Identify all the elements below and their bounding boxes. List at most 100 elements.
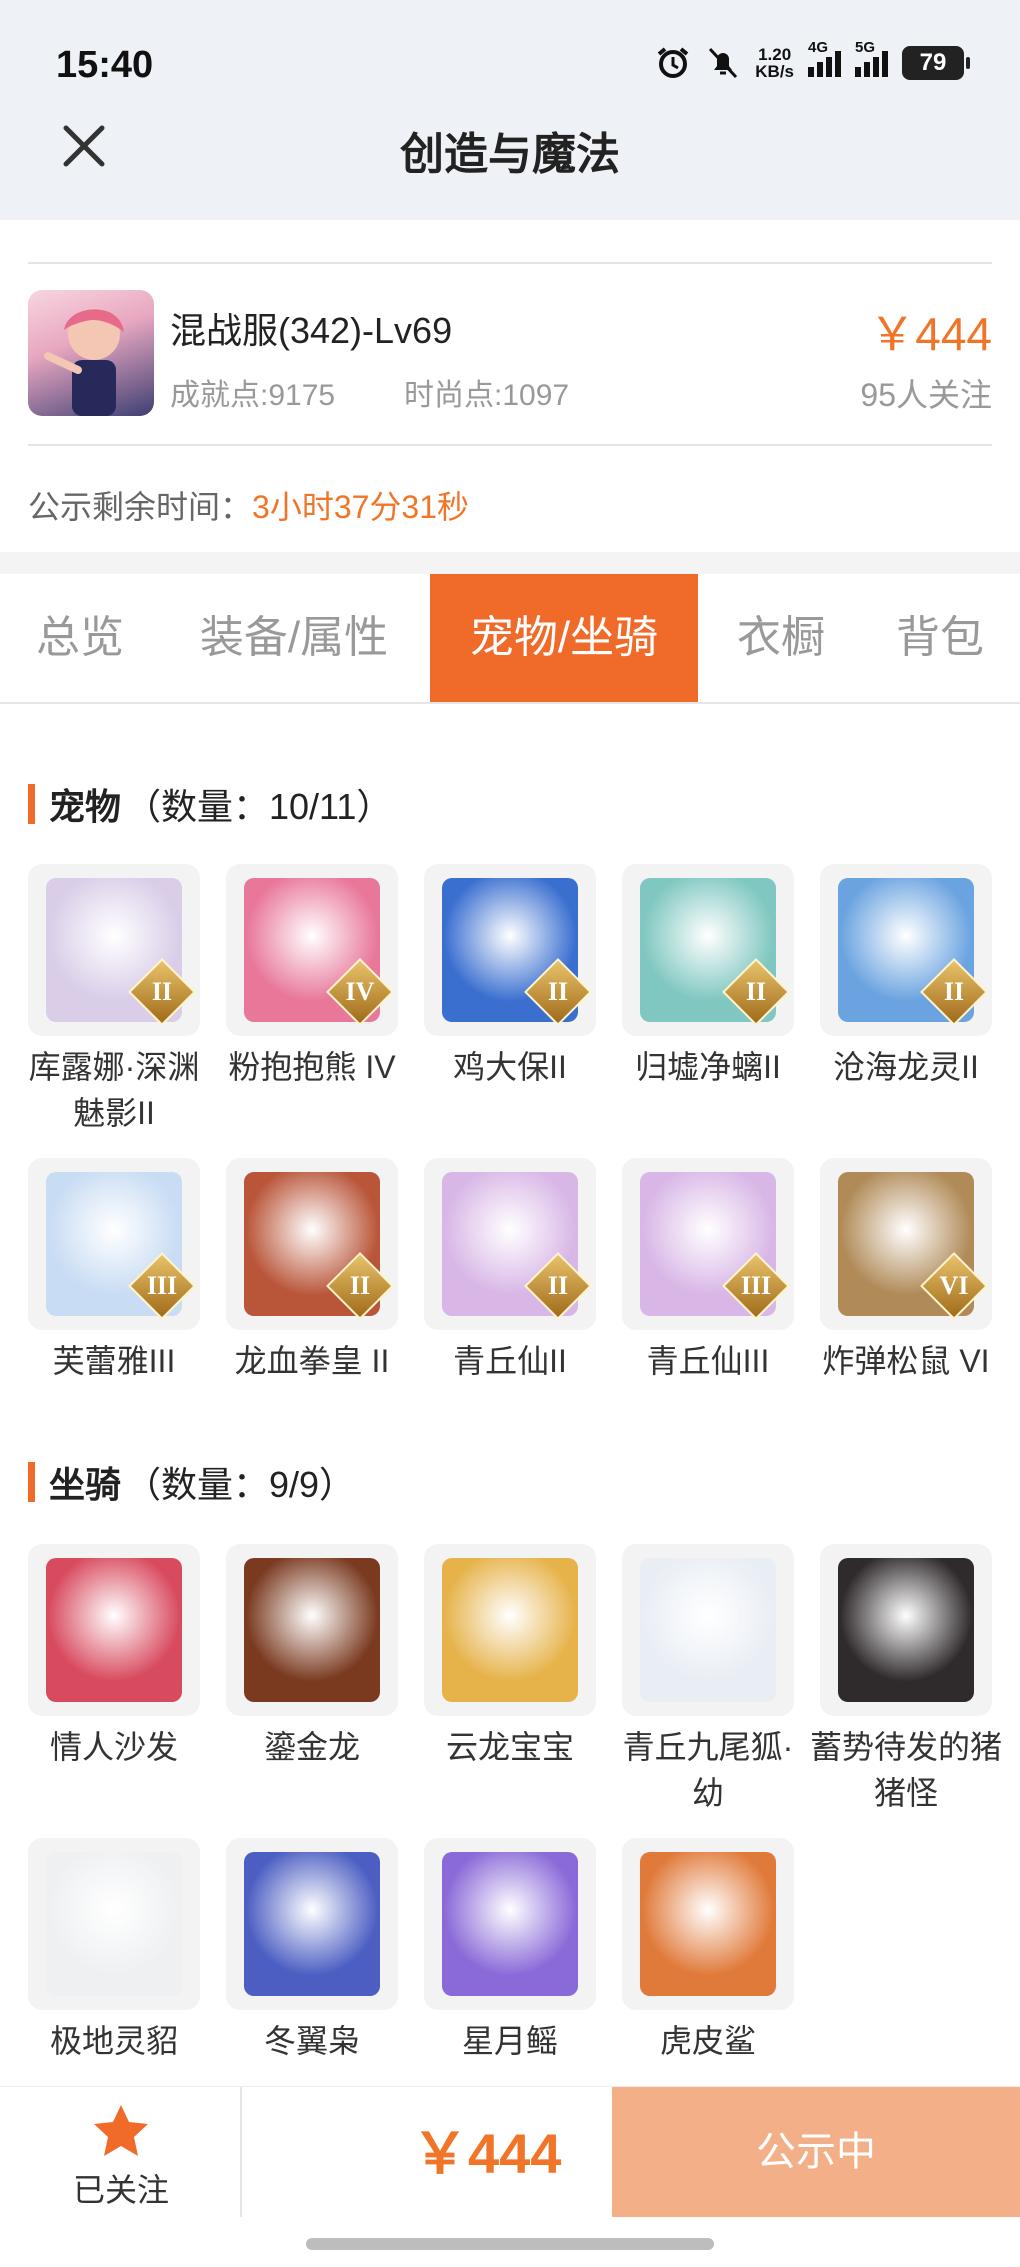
pet-item[interactable]: III 芙蕾雅III bbox=[28, 1158, 200, 1384]
pet-item[interactable]: III 青丘仙III bbox=[622, 1158, 794, 1384]
mount-image bbox=[640, 1852, 776, 1996]
pet-name: 沧海龙灵II bbox=[833, 1049, 979, 1085]
follow-button[interactable]: 已关注 bbox=[0, 2087, 242, 2217]
price-label: ￥444 bbox=[869, 308, 992, 360]
mounts-section-title: 坐骑 （数量：9/9） bbox=[28, 1456, 355, 1508]
signal-4g-icon: 4G bbox=[808, 39, 841, 77]
mount-item[interactable]: 青丘九尾狐·幼 bbox=[622, 1544, 794, 1816]
server-name: 混战服(342)-Lv69 bbox=[170, 310, 453, 351]
pet-thumbnail: VI bbox=[820, 1158, 992, 1330]
battery-icon: 79 bbox=[902, 46, 970, 80]
mount-name: 鎏金龙 bbox=[263, 1729, 360, 1765]
pet-thumbnail: II bbox=[28, 864, 200, 1036]
mount-item[interactable]: 情人沙发 bbox=[28, 1544, 200, 1770]
signal-5g-icon: 5G bbox=[855, 39, 888, 77]
mount-name: 虎皮鲨 bbox=[659, 2023, 756, 2059]
remaining-time: 公示剩余时间：3小时37分31秒 bbox=[28, 489, 470, 525]
mount-name: 冬翼枭 bbox=[263, 2023, 360, 2059]
mount-name: 极地灵貂 bbox=[49, 2023, 178, 2059]
pet-thumbnail: III bbox=[622, 1158, 794, 1330]
mount-thumbnail bbox=[226, 1838, 398, 2010]
pet-item[interactable]: II 鸡大保II bbox=[424, 864, 596, 1090]
star-icon bbox=[94, 2105, 148, 2156]
top-bar: 15:40 1.20 KB/s 4G 5G 79 创造与魔法 bbox=[0, 0, 1020, 220]
mount-image bbox=[46, 1852, 182, 1996]
mount-thumbnail bbox=[28, 1544, 200, 1716]
mount-thumbnail bbox=[424, 1838, 596, 2010]
pet-thumbnail: II bbox=[424, 864, 596, 1036]
avatar bbox=[28, 290, 154, 416]
alarm-icon bbox=[657, 47, 689, 78]
mount-thumbnail bbox=[622, 1544, 794, 1716]
section-gap bbox=[0, 552, 1020, 574]
mount-item[interactable]: 星月鳐 bbox=[424, 1838, 596, 2064]
mount-name: 云龙宝宝 bbox=[445, 1729, 574, 1765]
mount-item[interactable]: 云龙宝宝 bbox=[424, 1544, 596, 1770]
mount-name: 蓄势待发的猪猪怪 bbox=[809, 1729, 1002, 1811]
pet-name: 库露娜·深渊魅影II bbox=[28, 1049, 200, 1131]
pet-thumbnail: II bbox=[424, 1158, 596, 1330]
fashion-points: 时尚点:1097 bbox=[404, 379, 570, 412]
status-button[interactable]: 公示中 bbox=[612, 2087, 1020, 2217]
mount-image bbox=[442, 1852, 578, 1996]
remaining-time-value: 3小时37分31秒 bbox=[252, 489, 470, 525]
pet-item[interactable]: IV 粉抱抱熊 IV bbox=[226, 864, 398, 1090]
price-total: ￥444 bbox=[412, 2122, 562, 2185]
home-indicator bbox=[306, 2238, 714, 2250]
pet-item[interactable]: II 沧海龙灵II bbox=[820, 864, 992, 1090]
pet-name: 炸弹松鼠 VI bbox=[822, 1343, 990, 1379]
pet-item[interactable]: II 库露娜·深渊魅影II bbox=[28, 864, 200, 1136]
pet-item[interactable]: II 归墟净螭II bbox=[622, 864, 794, 1090]
tab-overview[interactable]: 总览 bbox=[0, 574, 160, 702]
mount-item[interactable]: 蓄势待发的猪猪怪 bbox=[810, 1544, 1002, 1816]
pet-name: 鸡大保II bbox=[453, 1049, 567, 1085]
pet-thumbnail: II bbox=[622, 864, 794, 1036]
mount-image bbox=[244, 1558, 380, 1702]
pet-name: 粉抱抱熊 IV bbox=[228, 1049, 396, 1085]
tab-bag[interactable]: 背包 bbox=[870, 574, 1010, 702]
mount-item[interactable]: 虎皮鲨 bbox=[622, 1838, 794, 2064]
divider bbox=[28, 444, 992, 446]
mount-name: 情人沙发 bbox=[49, 1729, 178, 1765]
mount-image bbox=[640, 1558, 776, 1702]
tab-wardrobe[interactable]: 衣橱 bbox=[706, 574, 856, 702]
pet-item[interactable]: VI 炸弹松鼠 VI bbox=[820, 1158, 992, 1384]
pet-item[interactable]: II 龙血拳皇 II bbox=[226, 1158, 398, 1384]
pet-item[interactable]: II 青丘仙II bbox=[424, 1158, 596, 1384]
section-accent-bar bbox=[28, 1462, 35, 1502]
followers-count: 95人关注 bbox=[860, 377, 992, 413]
status-time: 15:40 bbox=[56, 44, 154, 86]
bottom-action-bar: 已关注 ￥444 公示中 bbox=[0, 2086, 1020, 2217]
follow-label: 已关注 bbox=[72, 2172, 169, 2208]
pet-name: 青丘仙II bbox=[453, 1343, 567, 1379]
mount-item[interactable]: 鎏金龙 bbox=[226, 1544, 398, 1770]
mount-thumbnail bbox=[622, 1838, 794, 2010]
mount-name: 青丘九尾狐·幼 bbox=[622, 1729, 794, 1811]
divider bbox=[28, 262, 992, 264]
tab-bar: 总览 装备/属性 宠物/坐骑 衣橱 背包 bbox=[0, 574, 1020, 704]
status-icons: 1.20 KB/s 4G 5G 79 bbox=[655, 39, 970, 81]
tab-equipment[interactable]: 装备/属性 bbox=[176, 574, 412, 702]
pet-name: 龙血拳皇 II bbox=[234, 1343, 390, 1379]
page-title: 创造与魔法 bbox=[400, 130, 620, 179]
mount-item[interactable]: 冬翼枭 bbox=[226, 1838, 398, 2064]
pet-thumbnail: III bbox=[28, 1158, 200, 1330]
pets-section-title: 宠物 （数量：10/11） bbox=[28, 778, 392, 830]
pet-thumbnail: II bbox=[820, 864, 992, 1036]
pet-name: 芙蕾雅III bbox=[52, 1343, 176, 1379]
mount-thumbnail bbox=[226, 1544, 398, 1716]
mute-bell-icon bbox=[709, 47, 738, 79]
tab-pets-mounts[interactable]: 宠物/坐骑 bbox=[430, 574, 698, 702]
mount-thumbnail bbox=[820, 1544, 992, 1716]
mount-image bbox=[46, 1558, 182, 1702]
network-speed: 1.20 KB/s bbox=[755, 45, 794, 81]
mount-item[interactable]: 极地灵貂 bbox=[28, 1838, 200, 2064]
mount-thumbnail bbox=[424, 1544, 596, 1716]
section-accent-bar bbox=[28, 784, 35, 824]
pet-name: 青丘仙III bbox=[646, 1343, 770, 1379]
pet-thumbnail: IV bbox=[226, 864, 398, 1036]
mount-thumbnail bbox=[28, 1838, 200, 2010]
mount-image bbox=[838, 1558, 974, 1702]
pet-thumbnail: II bbox=[226, 1158, 398, 1330]
mount-image bbox=[442, 1558, 578, 1702]
